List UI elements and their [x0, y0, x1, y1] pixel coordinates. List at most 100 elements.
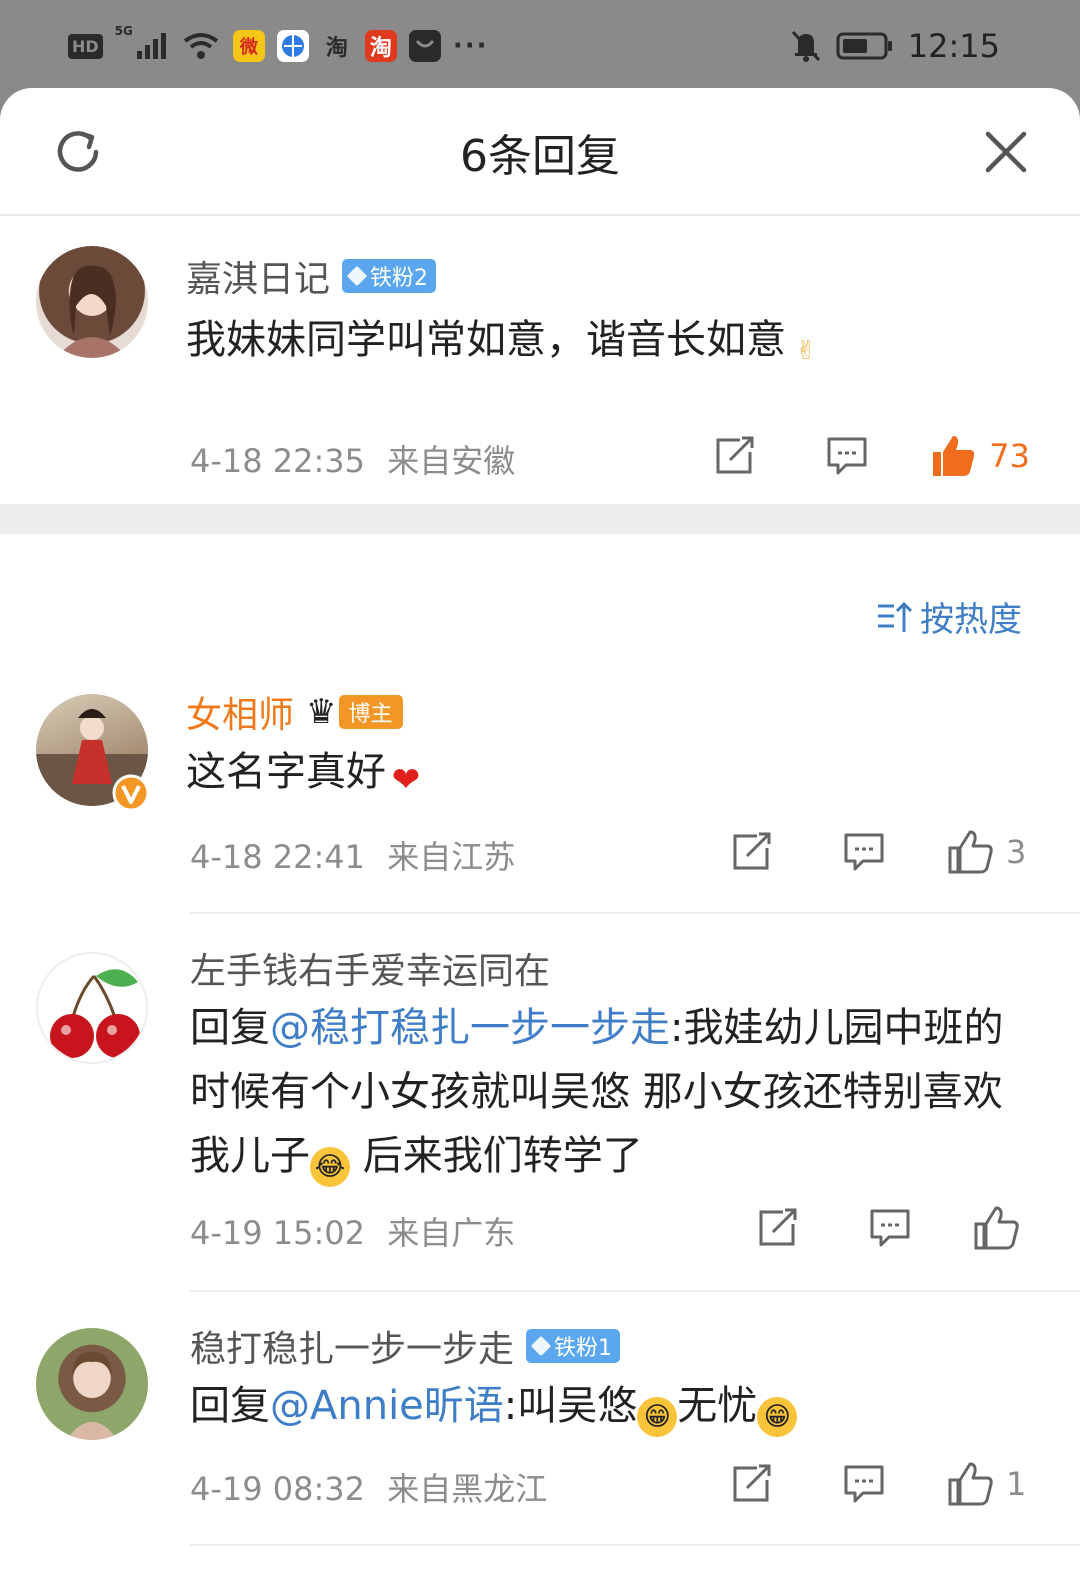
- weibo-icon: 微: [232, 30, 265, 62]
- comment-text: 回复@稳打稳扎一步一步走:我娃幼儿园中班的时候有个小女孩就叫吴悠 那小女孩还特别…: [190, 996, 1030, 1188]
- comment-username[interactable]: 左手钱右手爱幸运同在: [190, 942, 550, 994]
- comment-text-content-2: 后来我们转学了: [350, 1133, 643, 1179]
- fan-badge: 铁粉2: [342, 259, 437, 293]
- like-button[interactable]: 73: [929, 434, 1030, 478]
- sort-label: 按热度: [920, 600, 1022, 640]
- comment-time: 4-18 22:41: [190, 838, 366, 876]
- share-button[interactable]: [696, 828, 808, 876]
- comment-meta: 4-19 08:32 来自黑龙江: [190, 1464, 547, 1510]
- comment-time: 4-19 15:02: [190, 1214, 366, 1252]
- fan-badge-label: 铁粉2: [370, 266, 429, 291]
- reply-item: 稳打稳扎一步一步走 铁粉1 回复@Annie昕语:叫吴悠 😁 无忧 😁 4-19 08…: [0, 1314, 1080, 1554]
- comment-text-content: 我妹妹同学叫常如意，谐音长如意: [186, 317, 786, 363]
- thumbs-up-icon: [948, 1462, 993, 1506]
- thumbs-up-icon: [948, 830, 993, 874]
- reply-button[interactable]: [808, 1460, 920, 1508]
- avatar[interactable]: [36, 1328, 148, 1440]
- username-text[interactable]: 嘉淇日记: [186, 250, 330, 302]
- host-badge: 博主: [338, 695, 403, 729]
- comment-text-content-2: 无忧: [677, 1383, 758, 1429]
- comment-meta: 4-18 22:41 来自江苏: [190, 832, 515, 878]
- username-text[interactable]: 左手钱右手爱幸运同在: [190, 942, 550, 994]
- network-type: 5G: [114, 24, 133, 38]
- comment-icon: [844, 833, 884, 871]
- like-count: 3: [1006, 833, 1027, 871]
- reply-divider: [190, 912, 1080, 914]
- comment-username[interactable]: 嘉淇日记 铁粉2: [186, 250, 437, 302]
- sort-icon: [878, 601, 912, 632]
- mention-link[interactable]: @稳打稳扎一步一步走: [270, 1005, 670, 1051]
- share-button[interactable]: [679, 432, 791, 480]
- comment-time: 4-19 08:32: [190, 1470, 366, 1508]
- comment-username[interactable]: 女相师 ♛ 博主: [186, 686, 403, 738]
- comment-location: 来自江苏: [387, 838, 516, 876]
- crown-icon: ♛: [306, 692, 337, 732]
- cherry-icon: [50, 969, 140, 1058]
- comment-location: 来自安徽: [387, 442, 516, 480]
- browser-icon: [276, 30, 309, 62]
- avatar-photo: [66, 1351, 118, 1440]
- avatar[interactable]: [36, 952, 148, 1064]
- fan-badge: 铁粉1: [526, 1329, 621, 1363]
- username-text[interactable]: 女相师: [186, 686, 294, 738]
- like-button[interactable]: [972, 1206, 1032, 1250]
- mention-link[interactable]: @Annie昕语: [270, 1383, 504, 1429]
- clock: 12:15: [907, 27, 1000, 65]
- comment-text: 我妹妹同学叫常如意，谐音长如意 ✌: [186, 308, 1026, 372]
- mute-bell-icon: [791, 30, 820, 62]
- reply-button[interactable]: [808, 828, 920, 876]
- like-count: 1: [1006, 1465, 1027, 1503]
- username-text[interactable]: 稳打稳扎一步一步走: [190, 1320, 514, 1372]
- comment-actions: 3: [696, 828, 1030, 876]
- comment-actions: 1: [696, 1460, 1030, 1508]
- sort-toggle[interactable]: 按热度: [876, 592, 1022, 641]
- victory-hand-emoji: ✌: [795, 336, 817, 366]
- replies-sheet: 6条回复 嘉淇日记 铁粉2 我妹妹同学叫常如意，谐音长如意 ✌ 4-18 22:3…: [0, 88, 1080, 1587]
- share-icon: [716, 436, 754, 474]
- avatar-illustration: [56, 265, 128, 358]
- share-icon: [733, 832, 771, 870]
- status-bar: HD 5G 微 淘 淘 ··· 12:15: [0, 0, 1080, 88]
- thumbs-up-icon: [974, 1206, 1019, 1250]
- like-button[interactable]: 3: [946, 830, 1030, 874]
- reply-item: 女相师 ♛ 博主 这名字真好 ❤ 4-18 22:41 来自江苏 3: [0, 684, 1080, 916]
- fan-badge-label: 铁粉1: [554, 1336, 613, 1361]
- grinning-emoji: 😁: [757, 1397, 798, 1437]
- tears-of-joy-emoji: 😂: [310, 1147, 350, 1187]
- verified-icon: [112, 774, 150, 812]
- reply-button[interactable]: [791, 432, 903, 480]
- wifi-icon: [183, 33, 219, 59]
- share-button[interactable]: [696, 1460, 808, 1508]
- message-app-icon: [408, 30, 441, 62]
- status-bar-left: HD 5G 微 淘 淘 ···: [68, 24, 489, 68]
- comment-icon: [827, 437, 867, 475]
- reply-item: 左手钱右手爱幸运同在 回复@稳打稳扎一步一步走:我娃幼儿园中班的时候有个小女孩就…: [0, 936, 1080, 1290]
- reply-divider: [190, 1544, 1080, 1546]
- hd-indicator: HD: [68, 33, 103, 59]
- heart-emoji: ❤: [391, 760, 421, 800]
- taobao-icon: 淘: [364, 30, 397, 62]
- comment-text: 这名字真好 ❤: [186, 740, 1026, 804]
- reply-button[interactable]: [834, 1204, 946, 1252]
- comment-icon: [870, 1209, 910, 1247]
- comment-text: 回复@Annie昕语:叫吴悠 😁 无忧 😁: [190, 1374, 1030, 1438]
- reply-prefix: 回复: [190, 1005, 270, 1051]
- comment-location: 来自黑龙江: [387, 1470, 548, 1508]
- comment-actions: [722, 1204, 1032, 1252]
- avatar[interactable]: [36, 246, 148, 358]
- sheet-header: 6条回复: [0, 88, 1080, 216]
- signal-icon: [136, 33, 166, 59]
- comment-meta: 4-18 22:35 来自安徽: [190, 436, 515, 482]
- comment-username[interactable]: 稳打稳扎一步一步走 铁粉1: [190, 1320, 621, 1372]
- reply-divider: [190, 1290, 1080, 1292]
- battery-icon: [836, 32, 892, 60]
- close-icon[interactable]: [982, 128, 1030, 176]
- comment-text-content: :叫吴悠: [503, 1383, 638, 1429]
- like-button[interactable]: 1: [946, 1462, 1030, 1506]
- taobao-outline-icon: 淘: [325, 36, 348, 61]
- section-divider: [0, 504, 1080, 534]
- share-button[interactable]: [722, 1204, 834, 1252]
- main-comment: 嘉淇日记 铁粉2 我妹妹同学叫常如意，谐音长如意 ✌ 4-18 22:35 来自安…: [0, 218, 1080, 504]
- comment-icon: [844, 1465, 884, 1503]
- comment-time: 4-18 22:35: [190, 442, 366, 480]
